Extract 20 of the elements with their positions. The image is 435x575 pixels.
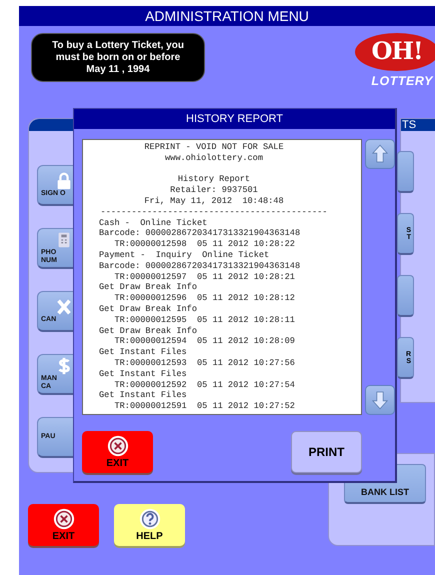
- exit-button[interactable]: EXIT: [28, 504, 99, 546]
- report-text: REPRINT - VOID NOT FOR SALE www.ohiolottery.com History Report Retailer: 9937501 Fri, May 11, 2012 10:48:48 -------------------------------------------- Cash - Online Ticket Barcode: 000002867203417313321904363148 TR:00000012598 05 11 2012 10:28:22 Payment - Inquiry Online Ticket Barcode: 000002867203417313321904363148 TR:00000012597 05 11 2012 10:28:21 Get Draw Break Info TR:00000012596 05 11 2012 10:28:12 Get Draw Break Info TR:00000012595 05 11 2012 10:28:11 Get Draw Break Info TR:00000012594 05 11 2012 10:28:09 Get Instant Files TR:00000012593 05 11 2012 10:27:56 Get Instant Files TR:00000012592 05 11 2012 10:27:54 Get Instant Files TR:00000012591 05 11 2012 10:27:52: [82, 139, 362, 415]
- help-icon: [138, 508, 160, 530]
- exit-button[interactable]: EXIT: [82, 431, 153, 473]
- logo-text: LOTTERY: [371, 74, 434, 88]
- close-icon: [106, 435, 128, 457]
- menu-button[interactable]: [397, 151, 414, 193]
- scroll-up-button[interactable]: [365, 139, 395, 169]
- dialog-title: HISTORY REPORT: [74, 109, 395, 129]
- print-button[interactable]: PRINT: [291, 431, 362, 473]
- panel-header: TS: [401, 119, 435, 131]
- age-notice: To buy a Lottery Ticket, you must be born on or before May 11 , 1994: [31, 33, 205, 82]
- scroll-down-button[interactable]: [365, 385, 395, 415]
- x-icon: [55, 298, 73, 316]
- logo-badge: OH!: [355, 33, 435, 71]
- lock-icon: [55, 172, 73, 190]
- header-title: ADMINISTRATION MENU: [19, 6, 435, 26]
- help-button[interactable]: HELP: [114, 504, 185, 546]
- close-icon: [52, 508, 74, 530]
- menu-button[interactable]: [397, 275, 414, 317]
